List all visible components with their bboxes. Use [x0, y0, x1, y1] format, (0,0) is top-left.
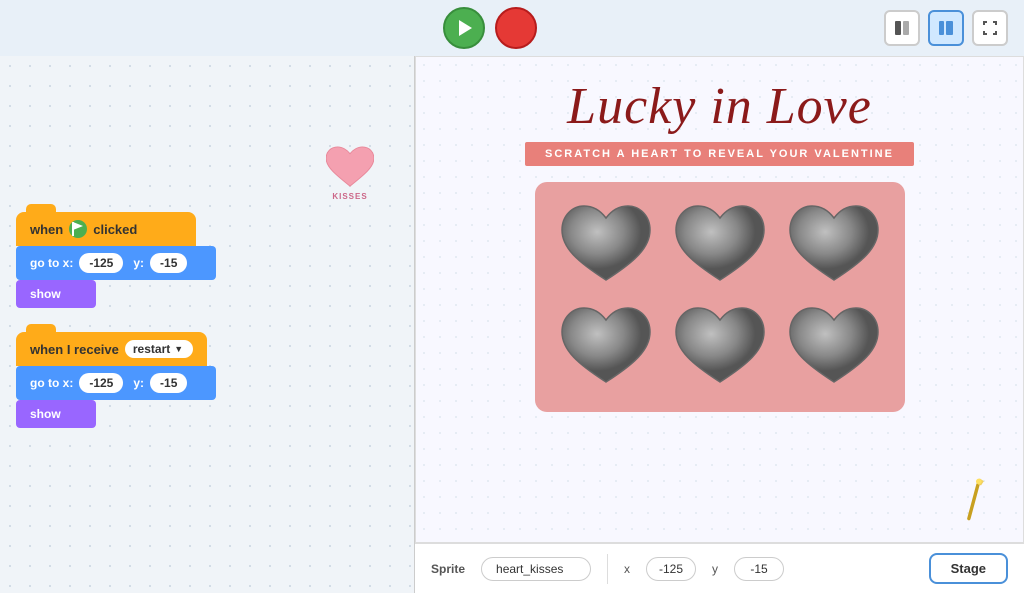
divider-1: [607, 554, 608, 584]
heart-kisses-sprite: [326, 146, 374, 190]
y-coord-value[interactable]: -15: [734, 557, 784, 581]
gray-heart-2: [672, 202, 768, 290]
sprite-name-input[interactable]: heart_kisses: [481, 557, 591, 581]
y-label: y: [712, 562, 718, 576]
stage-content: Lucky in Love SCRATCH A HEART TO REVEAL …: [416, 57, 1023, 542]
layout-2-icon: [938, 20, 954, 36]
kisses-label: KISSES: [332, 192, 367, 201]
heart-card-1[interactable]: [558, 202, 654, 290]
green-flag-button[interactable]: [443, 7, 485, 49]
flag-icon: [69, 220, 87, 238]
when-receive-hat[interactable]: when I receive restart: [16, 332, 207, 366]
goto-label-2: go to x:: [30, 376, 73, 390]
fullscreen-button[interactable]: [972, 10, 1008, 46]
layout-button-2[interactable]: [928, 10, 964, 46]
heart-card-3[interactable]: [786, 202, 882, 290]
stage-area: Lucky in Love SCRATCH A HEART TO REVEAL …: [415, 56, 1024, 593]
stage-button[interactable]: Stage: [929, 553, 1008, 584]
stage-canvas: Lucky in Love SCRATCH A HEART TO REVEAL …: [415, 56, 1024, 543]
when-label: when: [30, 222, 63, 237]
show-block-1[interactable]: show: [16, 280, 96, 308]
clicked-label: clicked: [93, 222, 137, 237]
heart-card-4[interactable]: [558, 304, 654, 392]
sprite-label: Sprite: [431, 562, 465, 576]
y-value-1[interactable]: -15: [150, 253, 187, 273]
x-value-1[interactable]: -125: [79, 253, 123, 273]
x-label: x: [624, 562, 630, 576]
heart-card-6[interactable]: [786, 304, 882, 392]
layout-button-1[interactable]: [884, 10, 920, 46]
x-coord-value[interactable]: -125: [646, 557, 696, 581]
top-toolbar: [0, 0, 1024, 56]
show-block-2[interactable]: show: [16, 400, 96, 428]
layout-1-icon: [894, 20, 910, 36]
restart-label[interactable]: restart: [125, 340, 193, 358]
playback-controls: [443, 7, 537, 49]
when-receive-label: when I receive: [30, 342, 119, 357]
sprite-thumbnail: KISSES: [326, 146, 374, 201]
block-group-1: when clicked go to x: -125 y: -15 show: [16, 212, 398, 308]
stop-button[interactable]: [495, 7, 537, 49]
heart-card-2[interactable]: [672, 202, 768, 290]
layout-controls: [884, 10, 1008, 46]
gray-heart-4: [558, 304, 654, 392]
heart-card-5[interactable]: [672, 304, 768, 392]
gray-heart-3: [786, 202, 882, 290]
subtitle-text: SCRATCH A HEART TO REVEAL YOUR VALENTINE: [545, 148, 894, 160]
block-group-2: when I receive restart go to x: -125 y: …: [16, 332, 398, 428]
y-label-2: y:: [133, 376, 144, 390]
x-value-2[interactable]: -125: [79, 373, 123, 393]
stage-title: Lucky in Love: [567, 77, 872, 136]
main-area: KISSES when clicked go to x: -125 y: -15: [0, 56, 1024, 593]
y-value-2[interactable]: -15: [150, 373, 187, 393]
hearts-row-2: [559, 304, 881, 392]
subtitle-bar: SCRATCH A HEART TO REVEAL YOUR VALENTINE: [525, 142, 914, 166]
goto-label-1: go to x:: [30, 256, 73, 270]
goto-motion-block-1[interactable]: go to x: -125 y: -15: [16, 246, 216, 280]
when-flag-clicked-hat[interactable]: when clicked: [16, 212, 196, 246]
script-panel: KISSES when clicked go to x: -125 y: -15: [0, 56, 415, 593]
gray-heart-5: [672, 304, 768, 392]
bottom-bar: Sprite heart_kisses x -125 y -15 Stage: [415, 543, 1024, 593]
gray-heart-1: [558, 202, 654, 290]
y-label-1: y:: [133, 256, 144, 270]
hearts-row-1: [559, 202, 881, 290]
gray-heart-6: [786, 304, 882, 392]
fullscreen-icon: [982, 20, 998, 36]
hearts-grid: [535, 182, 905, 412]
goto-motion-block-2[interactable]: go to x: -125 y: -15: [16, 366, 216, 400]
